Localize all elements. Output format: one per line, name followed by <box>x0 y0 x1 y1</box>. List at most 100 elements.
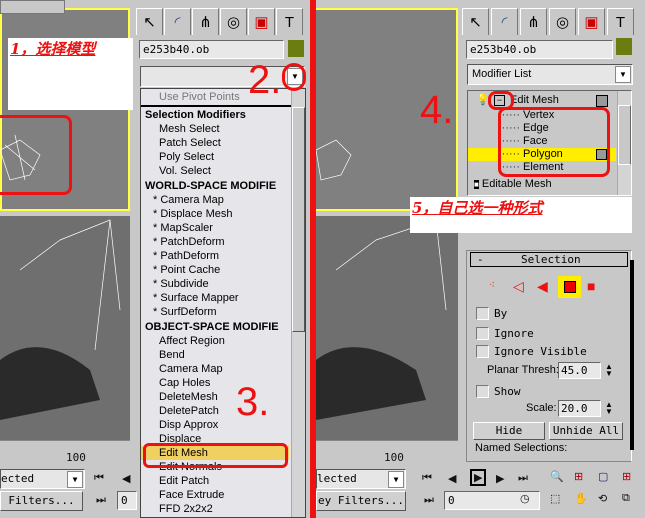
tab-motion[interactable]: ◎ <box>549 8 576 35</box>
step5-annotation: 5，自己选一种形式 <box>412 199 543 217</box>
object-name-field[interactable]: e253b40.ob <box>139 40 284 59</box>
scrollbar-thumb[interactable] <box>292 107 305 332</box>
planar-thresh-spinner[interactable]: ▲ ▼ <box>605 363 613 378</box>
pan-icon[interactable]: ✋ <box>574 492 588 505</box>
prev-frame-icon[interactable]: ◀ <box>448 472 456 485</box>
go-to-end-icon[interactable]: ⏭ <box>518 472 528 485</box>
tab-hierarchy[interactable]: ⋔ <box>520 8 547 35</box>
tab-modify[interactable]: ◜ <box>491 8 518 35</box>
model-highlight-box <box>0 115 72 195</box>
by-vertex-checkbox[interactable] <box>476 307 489 320</box>
list-item[interactable]: Cap Holes <box>141 376 305 390</box>
stack-item-editable-mesh[interactable]: ■ Editable Mesh <box>474 177 552 191</box>
polygon-mode-icon[interactable] <box>558 276 581 298</box>
maximize-toggle-icon[interactable]: ⧉ <box>622 492 630 505</box>
rollout-scrollbar[interactable] <box>630 260 634 450</box>
chevron-down-icon[interactable]: ▼ <box>615 66 631 83</box>
tab-create[interactable]: ↖ <box>462 8 489 35</box>
ignore-visible-checkbox[interactable] <box>476 345 489 358</box>
list-item[interactable]: * Displace Mesh <box>141 207 305 221</box>
list-item[interactable]: Poly Select <box>141 150 305 164</box>
zoom-icon[interactable]: 🔍 <box>550 470 564 483</box>
show-normals-checkbox[interactable] <box>476 385 489 398</box>
list-item[interactable]: Mesh Select <box>141 122 305 136</box>
tab-utilities[interactable]: T <box>276 8 303 35</box>
time-config-icon[interactable]: ◷ <box>520 492 530 505</box>
zoom-extents-all-icon[interactable]: ⊞ <box>622 470 631 483</box>
list-item[interactable]: DeleteMesh <box>141 390 305 404</box>
list-item[interactable]: * PatchDeform <box>141 235 305 249</box>
go-to-start-icon[interactable]: ⏮ <box>422 472 432 485</box>
show-label: Show <box>494 385 521 398</box>
scale-spinner[interactable]: ▲ ▼ <box>605 401 613 416</box>
list-item[interactable]: Disp Approx <box>141 418 305 432</box>
edge-mode-icon[interactable]: ◁ <box>513 278 524 295</box>
planar-thresh-label: Planar Thresh: <box>487 364 559 376</box>
list-item[interactable]: * Surface Mapper <box>141 291 305 305</box>
tab-display[interactable]: ▣ <box>578 8 605 35</box>
element-mode-icon[interactable]: ■ <box>587 278 595 294</box>
ignore-label: Ignore <box>494 327 534 340</box>
list-item[interactable]: DeletePatch <box>141 404 305 418</box>
tab-create[interactable]: ↖ <box>136 8 163 35</box>
key-filters-button[interactable]: ey Filters... <box>316 491 406 511</box>
hide-button[interactable]: Hide <box>473 422 545 440</box>
vertex-mode-icon[interactable]: ⁖ <box>489 280 495 291</box>
list-item[interactable]: Bend <box>141 348 305 362</box>
list-scrollbar[interactable] <box>291 89 305 517</box>
frame-field[interactable]: 0 <box>117 491 137 510</box>
chevron-down-icon[interactable]: ▼ <box>388 471 404 488</box>
object-color-swatch[interactable] <box>616 38 632 55</box>
step1-annotation-box: 1，选择模型 <box>8 38 138 110</box>
list-item[interactable]: Vol. Select <box>141 164 305 178</box>
next-frame-icon[interactable]: ▶ <box>496 472 504 485</box>
list-item[interactable]: Affect Region <box>141 334 305 348</box>
rollout-title-bar[interactable]: - Selection <box>470 252 628 267</box>
tab-modify[interactable]: ◜ <box>164 8 191 35</box>
tab-motion[interactable]: ◎ <box>220 8 247 35</box>
planar-thresh-field[interactable]: 45.0 <box>558 362 601 379</box>
list-item[interactable]: * MapScaler <box>141 221 305 235</box>
tab-utilities[interactable]: T <box>607 8 634 35</box>
selection-set-dropdown[interactable]: lected ▼ <box>316 469 406 489</box>
list-item[interactable]: FFD 2x2x2 <box>141 502 305 516</box>
list-group-header: OBJECT-SPACE MODIFIE <box>145 321 279 333</box>
ignore-backfacing-checkbox[interactable] <box>476 327 489 340</box>
by-label: By <box>494 307 508 320</box>
time-slider-track[interactable]: 100 <box>0 440 130 465</box>
tab-display[interactable]: ▣ <box>248 8 275 35</box>
unhide-all-button[interactable]: Unhide All <box>549 422 623 440</box>
list-item[interactable]: * Point Cache <box>141 263 305 277</box>
play-icon[interactable]: ▶ <box>470 469 487 486</box>
modifier-swatch <box>596 95 608 107</box>
key-filters-button[interactable]: Filters... <box>0 491 83 511</box>
zoom-extents-icon[interactable]: ▢ <box>598 470 608 483</box>
dropdown-value: lected <box>317 472 357 485</box>
tab-hierarchy[interactable]: ⋔ <box>192 8 219 35</box>
list-item[interactable]: * SurfDeform <box>141 305 305 319</box>
object-name-field[interactable]: e253b40.ob <box>466 40 613 59</box>
list-item[interactable]: Edit Patch <box>141 474 305 488</box>
scale-label: Scale: <box>526 402 557 414</box>
scale-field[interactable]: 20.0 <box>558 400 601 417</box>
region-zoom-icon[interactable]: ⬚ <box>550 492 560 505</box>
list-item[interactable]: * Subdivide <box>141 277 305 291</box>
key-mode-icon[interactable]: ⏭ <box>424 494 434 507</box>
go-to-start-icon[interactable]: ⏮ <box>94 472 104 485</box>
face-mode-icon[interactable]: ◀ <box>537 278 548 295</box>
list-item[interactable]: Patch Select <box>141 136 305 150</box>
object-color-swatch[interactable] <box>288 40 304 57</box>
list-item[interactable]: Face Extrude <box>141 488 305 502</box>
chevron-down-icon[interactable]: ▼ <box>67 471 83 488</box>
key-mode-icon[interactable]: ⏭ <box>96 494 106 507</box>
list-item[interactable]: * PathDeform <box>141 249 305 263</box>
selection-set-dropdown[interactable]: ected ▼ <box>0 469 85 489</box>
list-item[interactable]: * Camera Map <box>141 193 305 207</box>
modifier-list-dropdown[interactable]: Modifier List ▼ <box>467 64 633 85</box>
arc-rotate-icon[interactable]: ⟲ <box>598 492 607 505</box>
list-item[interactable]: Camera Map <box>141 362 305 376</box>
prev-frame-icon[interactable]: ◀ <box>122 472 130 485</box>
time-slider-track[interactable]: 100 <box>316 440 458 465</box>
zoom-all-icon[interactable]: ⊞ <box>574 470 583 483</box>
stack-scrollbar[interactable] <box>617 91 631 195</box>
